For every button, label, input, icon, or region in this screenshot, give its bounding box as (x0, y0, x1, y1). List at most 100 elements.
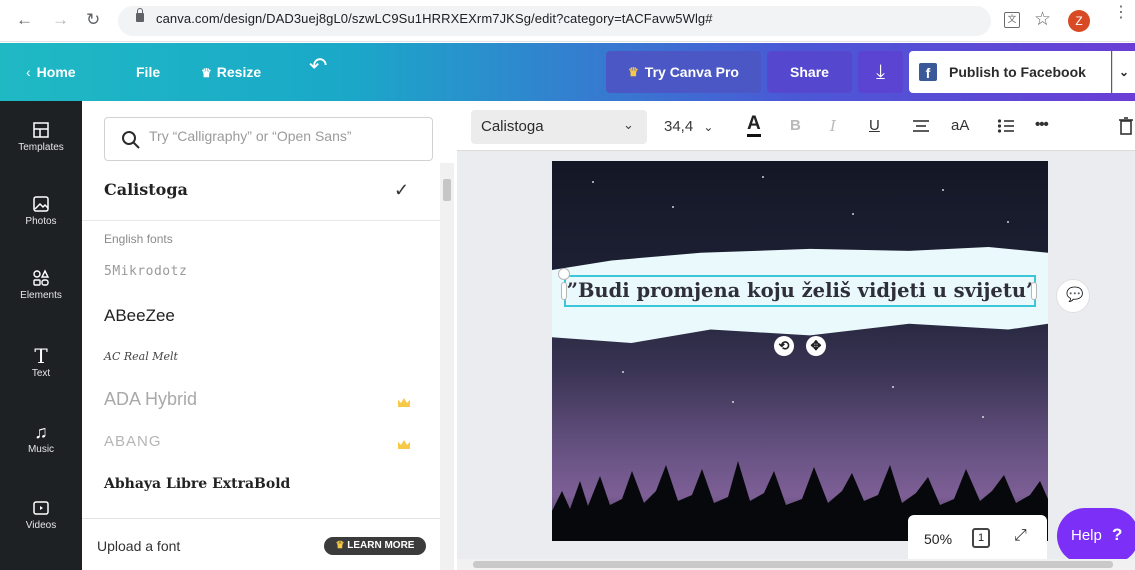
rail-item-photos[interactable]: Photos (0, 195, 82, 227)
crown-icon (398, 398, 410, 407)
font-item-ac-real-melt[interactable]: AC Real Melt (104, 350, 178, 363)
star-icon[interactable]: ☆ (1034, 8, 1051, 31)
star-decoration (892, 386, 894, 388)
bold-button[interactable]: B (790, 117, 801, 134)
rail-label-music: Music (27, 444, 55, 455)
resize-handle[interactable] (561, 282, 567, 300)
more-options-button[interactable]: ••• (1035, 116, 1049, 133)
search-icon (122, 131, 140, 149)
rail-item-videos[interactable]: Videos (0, 499, 82, 531)
chevron-down-icon: ⌄ (623, 117, 634, 132)
learn-more-button[interactable]: ♛ LEARN MORE (324, 537, 426, 555)
checkmark-icon: ✓ (394, 180, 410, 200)
design-page[interactable]: ”Budi promjena koju želiš vidjeti u svij… (552, 161, 1048, 541)
star-decoration (592, 181, 594, 183)
resize-handle[interactable] (1031, 282, 1037, 300)
star-decoration (852, 213, 854, 215)
font-item-ada-hybrid[interactable]: ADA Hybrid (104, 389, 197, 410)
chevron-down-icon[interactable]: ⌄ (1112, 51, 1135, 93)
help-label: Help (1071, 527, 1102, 544)
crown-icon: ♛ (335, 540, 345, 551)
font-item-abang[interactable]: ABANG (104, 433, 162, 450)
chevron-left-icon: ‹ (26, 64, 31, 80)
font-family-value: Calistoga (481, 118, 544, 135)
help-question-icon: ? (1112, 525, 1123, 544)
text-color-label: A (747, 113, 761, 137)
share-button[interactable]: Share (767, 51, 852, 93)
star-decoration (982, 416, 984, 418)
resize-button[interactable]: ♛ Resize (201, 63, 261, 82)
try-pro-label: Try Canva Pro (644, 64, 739, 80)
font-item-5mikrodotz[interactable]: 5Mikrodotz (104, 264, 187, 279)
upload-font-link[interactable]: Upload a font (97, 538, 180, 554)
font-size-value: 34,4 (664, 118, 694, 135)
rotate-icon[interactable]: ⟲ (774, 336, 794, 356)
rail-label-photos: Photos (25, 216, 57, 227)
browser-menu-icon[interactable]: ⋮ (1113, 5, 1129, 21)
font-search-box[interactable] (104, 117, 433, 161)
font-family-dropdown[interactable]: Calistoga ⌄ (471, 110, 647, 144)
page-count-button[interactable]: 1 (972, 528, 990, 548)
rail-item-music[interactable]: ♫ Music (0, 423, 82, 455)
undo-icon[interactable]: ↶ (309, 55, 327, 77)
rail-label-templates: Templates (18, 142, 64, 153)
underline-button[interactable]: U (869, 117, 880, 134)
editor-topbar: ‹ Home File ♛ Resize ↶ ♛ Try Canva Pro Shar… (0, 43, 1135, 101)
selected-text-box[interactable]: ”Budi promjena koju želiš vidjeti u svij… (558, 268, 1038, 307)
font-size-dropdown[interactable]: 34,4 ⌄ (664, 118, 713, 135)
help-button[interactable]: Help ? (1057, 508, 1135, 564)
file-menu[interactable]: File (136, 63, 160, 81)
font-search-input[interactable] (149, 128, 419, 144)
move-icon[interactable]: ✥ (806, 336, 826, 356)
facebook-icon: f (919, 63, 937, 81)
videos-icon (33, 501, 49, 515)
forward-arrow-icon[interactable]: → (52, 10, 69, 30)
font-item-abhaya-libre-extrabold[interactable]: Abhaya Libre ExtraBold (104, 476, 290, 492)
url-text[interactable]: canva.com/design/DAD3uej8gL0/szwLC9Su1HR… (156, 11, 713, 26)
italic-button[interactable]: I (830, 117, 836, 135)
back-arrow-icon[interactable]: ← (16, 10, 33, 30)
browser-toolbar: ← → ↻ canva.com/design/DAD3uej8gL0/szwLC… (0, 0, 1135, 42)
text-color-button[interactable]: A (747, 113, 761, 137)
download-icon[interactable]: ⤓ (858, 51, 903, 93)
publish-to-facebook-button[interactable]: f Publish to Facebook (909, 51, 1111, 93)
fullscreen-icon[interactable]: ⤢ (1014, 527, 1027, 545)
letter-case-button[interactable]: aA (951, 117, 969, 134)
rail-label-text: Text (31, 368, 51, 379)
list-icon[interactable] (997, 118, 1015, 134)
crown-icon (398, 440, 410, 449)
avatar[interactable]: Z (1068, 10, 1090, 32)
try-canva-pro-button[interactable]: ♛ Try Canva Pro (606, 51, 761, 93)
scroll-thumb[interactable] (443, 179, 451, 201)
comment-button[interactable]: 💬 (1056, 279, 1090, 313)
design-quote-text[interactable]: ”Budi promjena koju želiš vidjeti u svij… (566, 277, 1038, 305)
selected-font-row[interactable]: Calistoga ✓ (104, 180, 414, 204)
align-center-icon[interactable] (912, 119, 930, 133)
rail-label-elements: Elements (20, 290, 62, 301)
lock-icon (136, 8, 144, 22)
panel-scrollbar[interactable] (440, 163, 454, 570)
rail-label-videos: Videos (25, 520, 57, 531)
zoom-level[interactable]: 50% (924, 531, 952, 547)
scroll-thumb[interactable] (473, 561, 1113, 568)
star-decoration (622, 371, 624, 373)
home-label: Home (36, 64, 76, 80)
rail-item-elements[interactable]: Elements (0, 269, 82, 301)
crown-icon: ♛ (628, 65, 639, 79)
home-button[interactable]: ‹ Home (26, 63, 76, 81)
font-item-abeezee[interactable]: ABeeZee (104, 306, 175, 326)
photos-icon (33, 196, 49, 212)
translate-icon[interactable]: 文 (1004, 12, 1020, 28)
music-icon: ♫ (34, 422, 48, 442)
panel-divider (82, 518, 440, 519)
reload-icon[interactable]: ↻ (86, 10, 100, 30)
resize-handle[interactable] (558, 268, 570, 280)
rail-item-text[interactable]: T Text (0, 346, 82, 379)
side-navigation: Templates Photos Elements T Text ♫ Music… (0, 101, 82, 570)
rail-item-templates[interactable]: Templates (0, 121, 82, 153)
panel-separator (82, 220, 440, 221)
star-decoration (942, 189, 944, 191)
star-decoration (1007, 221, 1009, 223)
horizontal-scrollbar[interactable] (457, 559, 1135, 570)
trash-icon[interactable] (1119, 117, 1133, 135)
